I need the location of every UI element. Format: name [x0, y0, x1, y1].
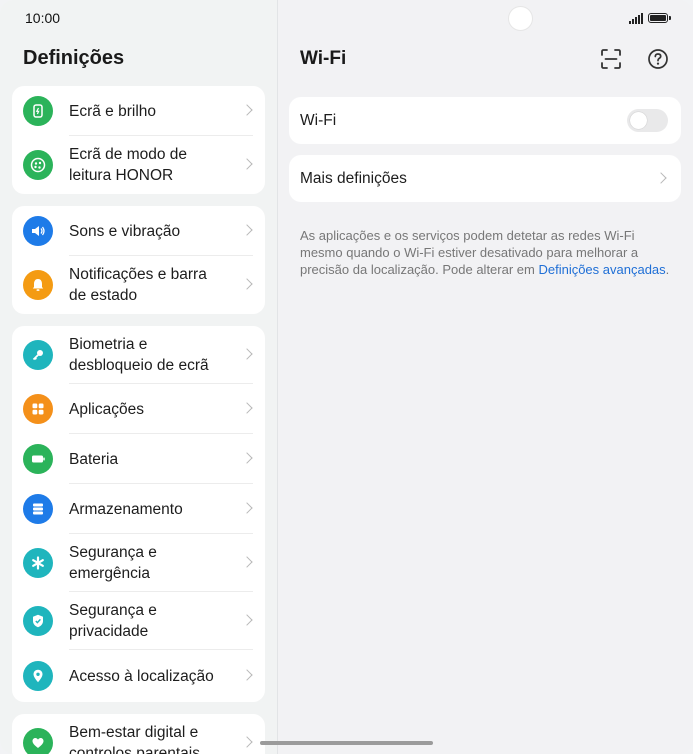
sidebar-item-label: Armazenamento — [69, 500, 183, 518]
wifi-toggle-switch[interactable] — [627, 109, 668, 132]
key-icon — [23, 340, 53, 370]
sidebar-item-label: Sons e vibração — [69, 222, 181, 240]
chevron-right-icon — [241, 224, 253, 236]
sidebar-item-biometrics[interactable]: Biometria e desbloqueio de ecrã — [12, 326, 265, 384]
eye-comfort-icon — [23, 150, 53, 180]
wifi-label: Wi-Fi — [300, 111, 337, 129]
sidebar-item-storage[interactable]: Armazenamento — [12, 484, 265, 534]
help-icon[interactable] — [647, 48, 669, 70]
sidebar-item-label: Segurança e privacidade — [69, 602, 157, 640]
sidebar-title: Definições — [23, 47, 125, 69]
sidebar-item-safety-emergency[interactable]: Segurança e emergência — [12, 534, 265, 592]
settings-group-system: Biometria e desbloqueio de ecrã Aplicaçõ… — [12, 326, 265, 702]
sidebar-item-label: Biometria e desbloqueio de ecrã — [69, 336, 209, 374]
sidebar-item-label: Acesso à localização — [69, 667, 214, 685]
sidebar-item-reading-mode[interactable]: Ecrã de modo de leitura HONOR — [12, 136, 265, 194]
chevron-right-icon — [241, 502, 253, 514]
more-settings-row[interactable]: Mais definições — [289, 155, 681, 202]
chevron-right-icon — [241, 402, 253, 414]
note-end: . — [665, 262, 670, 277]
chevron-right-icon — [241, 736, 253, 748]
chevron-right-icon — [241, 348, 253, 360]
sidebar-item-security-privacy[interactable]: Segurança e privacidade — [12, 592, 265, 650]
speaker-icon — [23, 216, 53, 246]
settings-group-wellbeing: Bem-estar digital e controlos parentais — [12, 714, 265, 754]
sidebar-item-notifications[interactable]: Notificações e barra de estado — [12, 256, 265, 314]
sidebar-item-label: Ecrã e brilho — [69, 102, 157, 120]
bell-icon — [23, 270, 53, 300]
chevron-right-icon — [655, 171, 667, 184]
chevron-right-icon — [241, 158, 253, 170]
status-icons — [629, 11, 671, 25]
display-brightness-icon — [23, 96, 53, 126]
chevron-right-icon — [241, 669, 253, 681]
storage-icon — [23, 494, 53, 524]
chevron-right-icon — [241, 278, 253, 290]
wifi-scan-note: As aplicações e os serviços podem deteta… — [300, 227, 675, 278]
sidebar-item-label: Notificações e barra de estado — [69, 266, 207, 304]
camera-cutout — [508, 6, 533, 31]
sidebar-item-label: Aplicações — [69, 400, 144, 418]
chevron-right-icon — [241, 556, 253, 568]
settings-group-sound: Sons e vibração Notificações e barra de … — [12, 206, 265, 314]
battery-icon — [23, 444, 53, 474]
battery-status-icon — [648, 13, 671, 23]
wifi-panel: Wi-Fi Wi-Fi Mais definições As aplicaçõe… — [278, 0, 693, 754]
location-pin-icon — [23, 661, 53, 691]
chevron-right-icon — [241, 452, 253, 464]
home-indicator[interactable] — [260, 741, 433, 745]
settings-window: Definições Ecrã e brilho Ecrã de modo de… — [0, 0, 693, 754]
settings-group-display: Ecrã e brilho Ecrã de modo de leitura HO… — [12, 86, 265, 194]
sidebar-item-label: Bateria — [69, 450, 119, 468]
page-title: Wi-Fi — [300, 48, 347, 69]
settings-sidebar: Definições Ecrã e brilho Ecrã de modo de… — [0, 0, 278, 754]
advanced-settings-link[interactable]: Definições avançadas — [538, 262, 665, 277]
asterisk-icon — [23, 548, 53, 578]
sidebar-item-display-brightness[interactable]: Ecrã e brilho — [12, 86, 265, 136]
sidebar-item-label: Segurança e emergência — [69, 544, 157, 582]
sidebar-item-label: Ecrã de modo de leitura HONOR — [69, 146, 188, 184]
apps-grid-icon — [23, 394, 53, 424]
heart-hand-icon — [23, 728, 53, 754]
wifi-toggle-row[interactable]: Wi-Fi — [289, 97, 681, 144]
more-settings-label: Mais definições — [300, 169, 407, 187]
chevron-right-icon — [241, 614, 253, 626]
signal-icon — [629, 12, 643, 24]
status-time: 10:00 — [25, 10, 61, 26]
sidebar-item-digital-wellbeing[interactable]: Bem-estar digital e controlos parentais — [12, 714, 265, 754]
sidebar-item-label: Bem-estar digital e controlos parentais — [69, 724, 200, 754]
shield-icon — [23, 606, 53, 636]
chevron-right-icon — [241, 104, 253, 116]
toggle-knob — [630, 112, 647, 129]
sidebar-item-location[interactable]: Acesso à localização — [12, 650, 265, 702]
sidebar-item-sounds[interactable]: Sons e vibração — [12, 206, 265, 256]
scan-qr-icon[interactable] — [600, 48, 622, 70]
sidebar-item-apps[interactable]: Aplicações — [12, 384, 265, 434]
sidebar-item-battery[interactable]: Bateria — [12, 434, 265, 484]
